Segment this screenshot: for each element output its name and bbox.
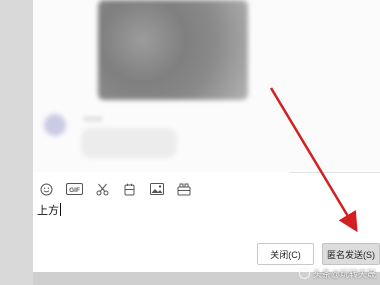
watermark-text: 头条@玩转天晟 xyxy=(312,269,376,279)
scissors-icon[interactable] xyxy=(95,182,110,197)
blurred-sender-name xyxy=(83,116,103,122)
message-input-text: 上方 xyxy=(37,205,59,217)
watermark-logo-icon xyxy=(298,268,310,279)
watermark: 头条@玩转天晟 xyxy=(298,267,376,280)
blurred-image-message xyxy=(98,0,248,100)
chat-window: GIF 上方 关闭(C) 匿名发送(S) xyxy=(33,0,380,272)
chat-history-icon[interactable] xyxy=(176,182,191,197)
divider xyxy=(290,172,380,173)
input-toolbar: GIF xyxy=(39,181,191,197)
message-input[interactable]: 上方 xyxy=(37,202,367,237)
bottle-icon[interactable] xyxy=(122,182,137,197)
anonymous-send-button[interactable]: 匿名发送(S) xyxy=(322,243,380,265)
avatar xyxy=(44,114,66,136)
image-icon[interactable] xyxy=(149,182,164,197)
chat-history-area xyxy=(33,0,380,172)
gif-label: GIF xyxy=(69,187,80,194)
blurred-message-bubble xyxy=(81,128,177,158)
gif-icon[interactable]: GIF xyxy=(66,182,83,197)
close-button[interactable]: 关闭(C) xyxy=(257,243,314,265)
emoji-icon[interactable] xyxy=(39,182,54,197)
text-caret xyxy=(60,203,61,216)
